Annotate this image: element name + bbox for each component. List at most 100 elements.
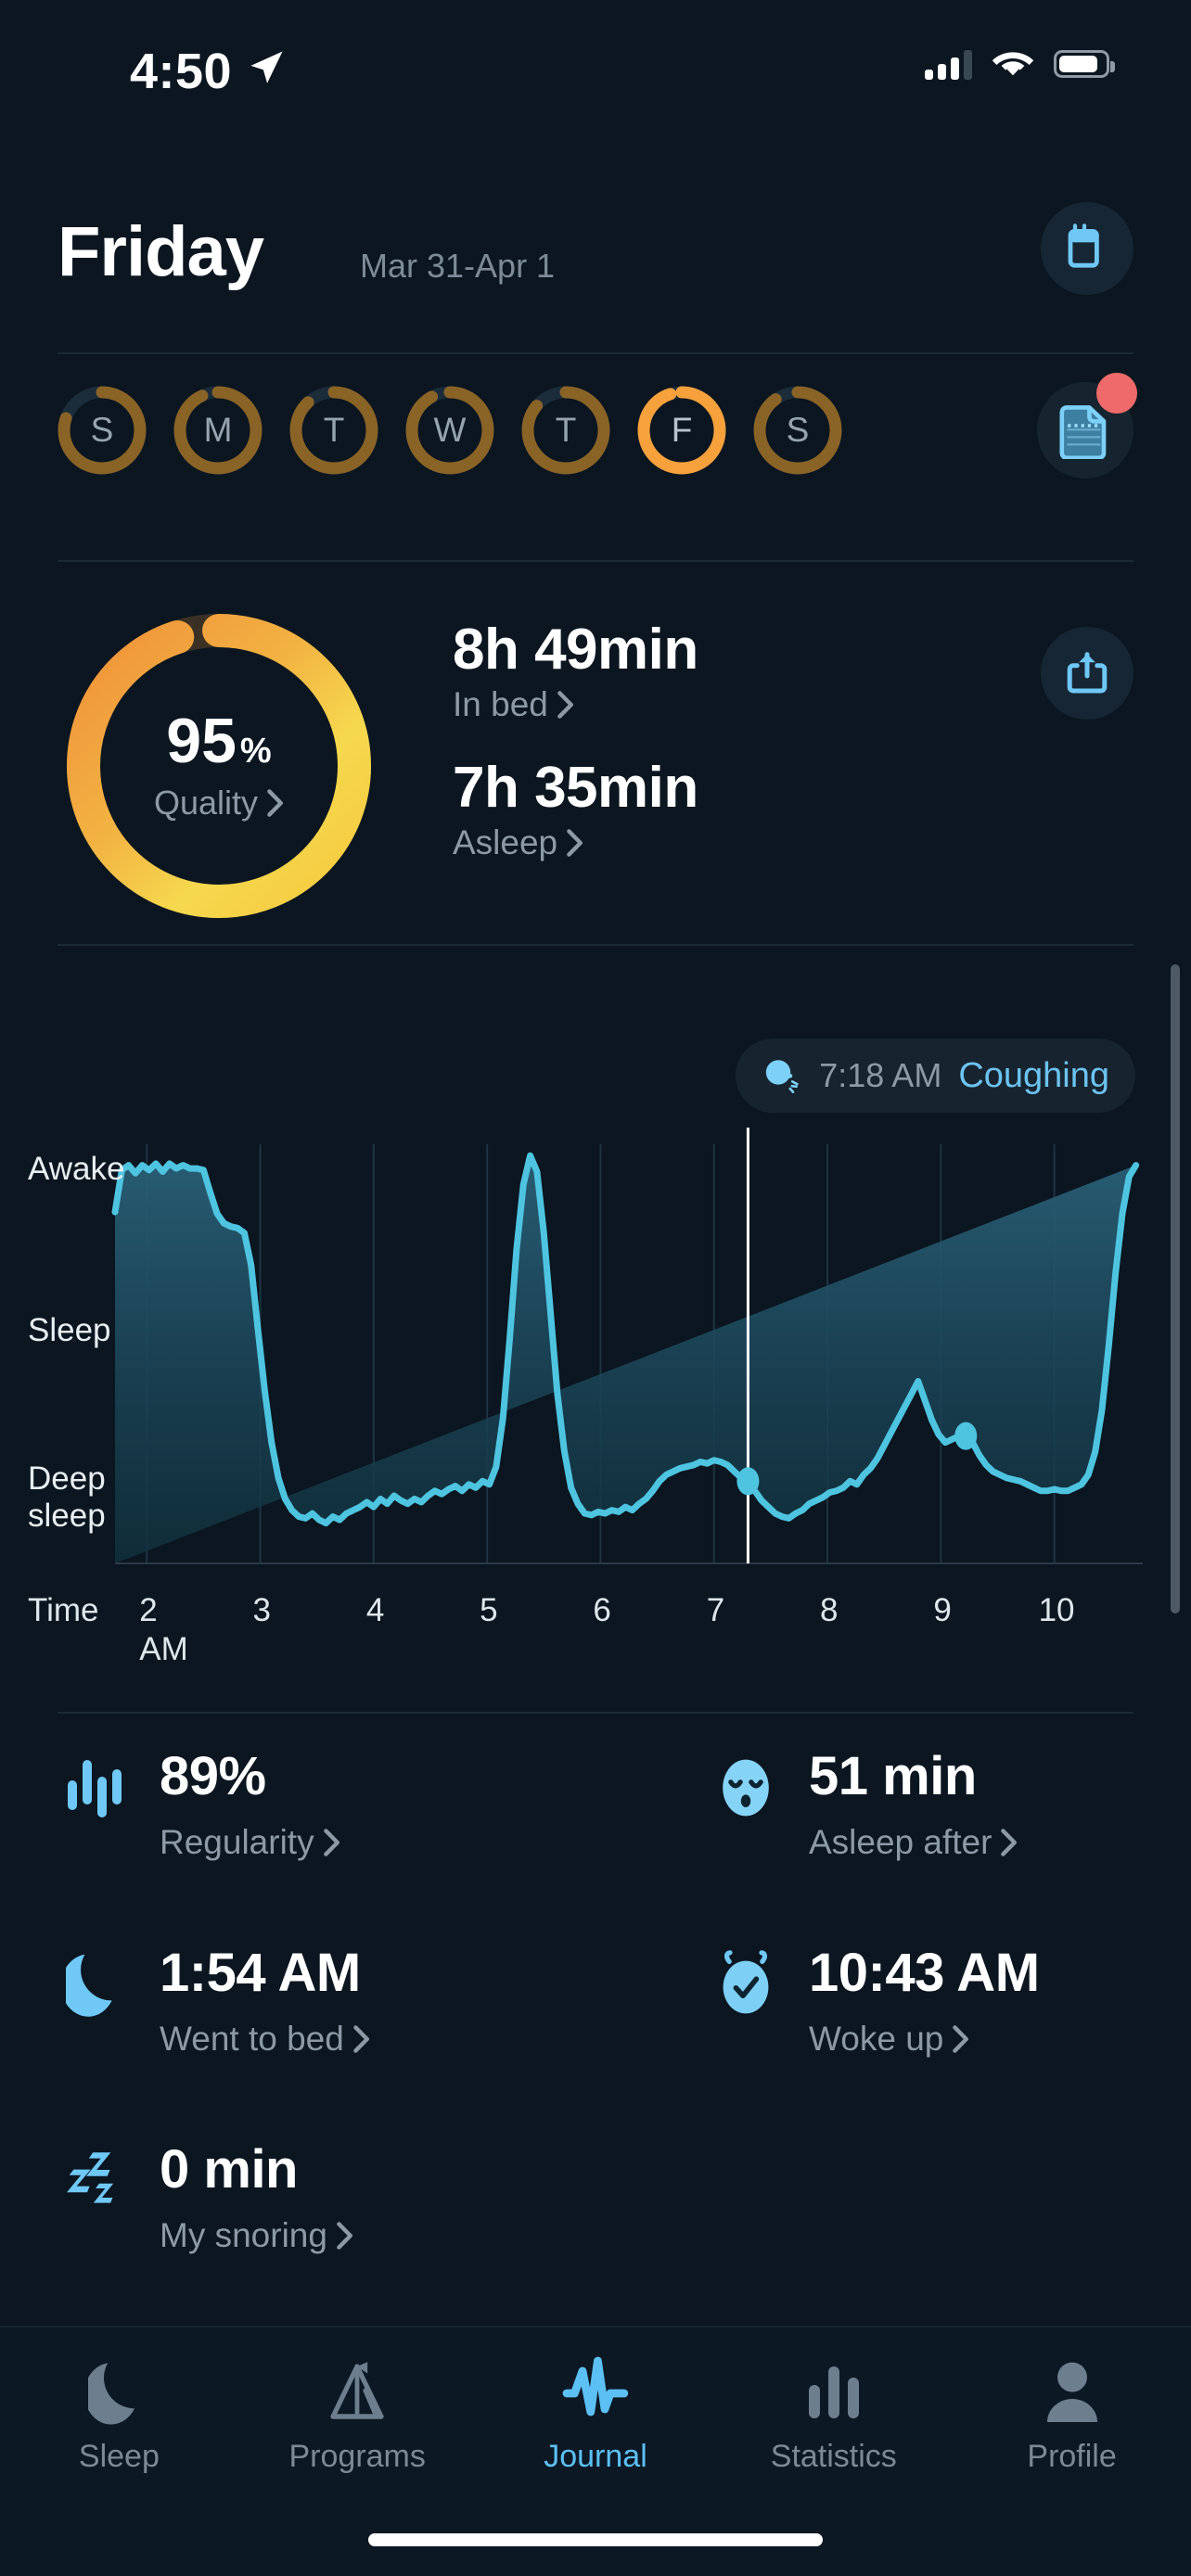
weekday-1[interactable]: M (170, 382, 266, 478)
journal-waveform-icon (560, 2353, 631, 2426)
stats-row: 0 min My snoring (0, 2136, 1191, 2333)
share-icon (1067, 652, 1108, 694)
cellular-signal-icon (925, 48, 972, 80)
asleep-row[interactable]: Asleep (453, 823, 698, 862)
sleeping-face-icon (707, 1749, 785, 1827)
weekday-label: S (786, 411, 810, 449)
status-indicators (925, 48, 1115, 80)
tab-label: Programs (288, 2439, 426, 2474)
sleep-chart-section: 7:18 AM Coughing Awake Sleep Deep sleep … (0, 1039, 1191, 1688)
location-arrow-icon (250, 51, 283, 83)
weekday-0[interactable]: S (54, 382, 150, 478)
weekday-label: T (555, 411, 577, 449)
tab-label: Journal (544, 2439, 647, 2474)
stat-card-went-to-bed[interactable]: 1:54 AM Went to bed (58, 1940, 596, 2125)
summary-stats: 8h 49min In bed 7h 35min Asleep (453, 619, 698, 862)
app-screen: 4:50 Friday Mar 31-Apr 1 SMTWTFS 95 % Qu… (0, 0, 1191, 2576)
tab-sleep[interactable]: Sleep (0, 2353, 238, 2475)
journal-note-icon (1059, 405, 1107, 459)
page-title: Friday (58, 212, 264, 291)
date-range: Mar 31-Apr 1 (360, 247, 556, 285)
alarm-clock-icon (707, 1945, 785, 2023)
stats-row: 89% Regularity 51 min Asleep after (0, 1743, 1191, 1940)
chart-event-chip[interactable]: 7:18 AM Coughing (736, 1039, 1135, 1113)
programs-tent-icon (324, 2353, 391, 2426)
profile-person-icon (1042, 2353, 1103, 2426)
stat-card-my-snoring[interactable]: 0 min My snoring (58, 2136, 596, 2322)
chevron-right-icon (567, 829, 583, 857)
weekday-3[interactable]: W (402, 382, 498, 478)
zzz-snoring-icon (58, 2142, 135, 2220)
divider-header (58, 352, 1133, 354)
wifi-icon (992, 52, 1034, 76)
tab-label: Sleep (78, 2439, 160, 2474)
chart-y-labels: Awake Sleep Deepsleep (28, 1151, 124, 1534)
chart-x-tick: 7 (707, 1592, 724, 1628)
calendar-icon (1068, 223, 1099, 268)
chart-x-tick: 2 (139, 1592, 157, 1628)
chart-area-fill (115, 1155, 1136, 1563)
tab-statistics[interactable]: Statistics (714, 2353, 953, 2475)
stat-label-row: Regularity (160, 1823, 340, 1862)
in-bed-label: In bed (453, 685, 548, 724)
stat-card-woke-up[interactable]: 10:43 AM Woke up (707, 1940, 1191, 2125)
in-bed-value: 8h 49min (453, 618, 698, 682)
chevron-right-icon (323, 1829, 339, 1856)
tab-label: Statistics (770, 2439, 897, 2474)
event-time: 7:18 AM (819, 1056, 942, 1094)
chart-x-tick: 6 (593, 1592, 610, 1628)
chart-y-tick: Awake (28, 1151, 124, 1187)
stat-label-row: My snoring (160, 2216, 353, 2255)
weekday-strip: SMTWTFS (0, 373, 1191, 521)
weekday-label: W (433, 411, 467, 449)
tab-list: Sleep Programs Journal Statistics Profile (0, 2353, 1191, 2475)
stat-card-regularity[interactable]: 89% Regularity (58, 1743, 596, 1929)
stats-row: 1:54 AM Went to bed 10:43 AM Woke up (0, 1940, 1191, 2136)
sleep-summary: 95% Quality 8h 49min In bed 7h 35min Asl… (0, 593, 1191, 918)
weekday-5[interactable]: F (634, 382, 730, 478)
stat-label: Went to bed (160, 2020, 344, 2058)
weekday-list: SMTWTFS (54, 382, 846, 478)
chevron-right-icon (337, 2222, 352, 2250)
page-scrollbar[interactable] (1171, 964, 1180, 1613)
stat-value: 1:54 AM (160, 1943, 361, 2003)
quality-label: Quality (153, 784, 259, 822)
chart-y-tick: sleep (28, 1498, 106, 1534)
event-label: Coughing (958, 1055, 1109, 1095)
calendar-button[interactable] (1041, 202, 1133, 295)
in-bed-row[interactable]: In bed (453, 685, 698, 724)
moon-icon (58, 1945, 135, 2023)
stat-value: 10:43 AM (809, 1943, 1040, 2003)
tab-profile[interactable]: Profile (953, 2353, 1191, 2475)
tab-programs[interactable]: Programs (238, 2353, 477, 2475)
status-bar: 4:50 (0, 0, 1191, 158)
journal-entry-button[interactable] (1037, 373, 1137, 478)
quality-label-row[interactable]: Quality (154, 784, 284, 823)
chart-x-axis-title: Time (28, 1592, 98, 1628)
weekday-2[interactable]: T (286, 382, 382, 478)
chart-y-tick: Deep (28, 1460, 106, 1497)
stat-value: 0 min (160, 2139, 299, 2200)
moon-icon (88, 2353, 149, 2426)
stat-label: Regularity (160, 1823, 314, 1861)
weekday-4[interactable]: T (518, 382, 614, 478)
weekday-label: T (323, 411, 345, 449)
chart-x-tick-meridiem: AM (139, 1631, 188, 1667)
share-button[interactable] (1041, 627, 1133, 720)
stat-card-asleep-after[interactable]: 51 min Asleep after (707, 1743, 1191, 1929)
weekday-6[interactable]: S (749, 382, 846, 478)
divider-week (58, 560, 1133, 562)
chevron-right-icon (267, 789, 284, 817)
stat-label-row: Asleep after (809, 1823, 1018, 1862)
quality-ring[interactable]: 95% Quality (48, 595, 390, 937)
regularity-bars-icon (58, 1749, 135, 1827)
chevron-right-icon (557, 691, 573, 719)
chart-x-tick: 3 (253, 1592, 271, 1628)
chart-x-tick: 4 (366, 1592, 384, 1628)
bottom-tab-bar: Sleep Programs Journal Statistics Profile (0, 2326, 1191, 2576)
stat-value: 89% (160, 1746, 266, 1806)
tab-journal[interactable]: Journal (477, 2353, 715, 2475)
hypnogram-chart[interactable]: Awake Sleep Deepsleep Time 2AM 3 4 5 6 7 8 9 10 (0, 1128, 1191, 1684)
stat-label-row: Woke up (809, 2020, 969, 2059)
chevron-right-icon (953, 2025, 969, 2053)
